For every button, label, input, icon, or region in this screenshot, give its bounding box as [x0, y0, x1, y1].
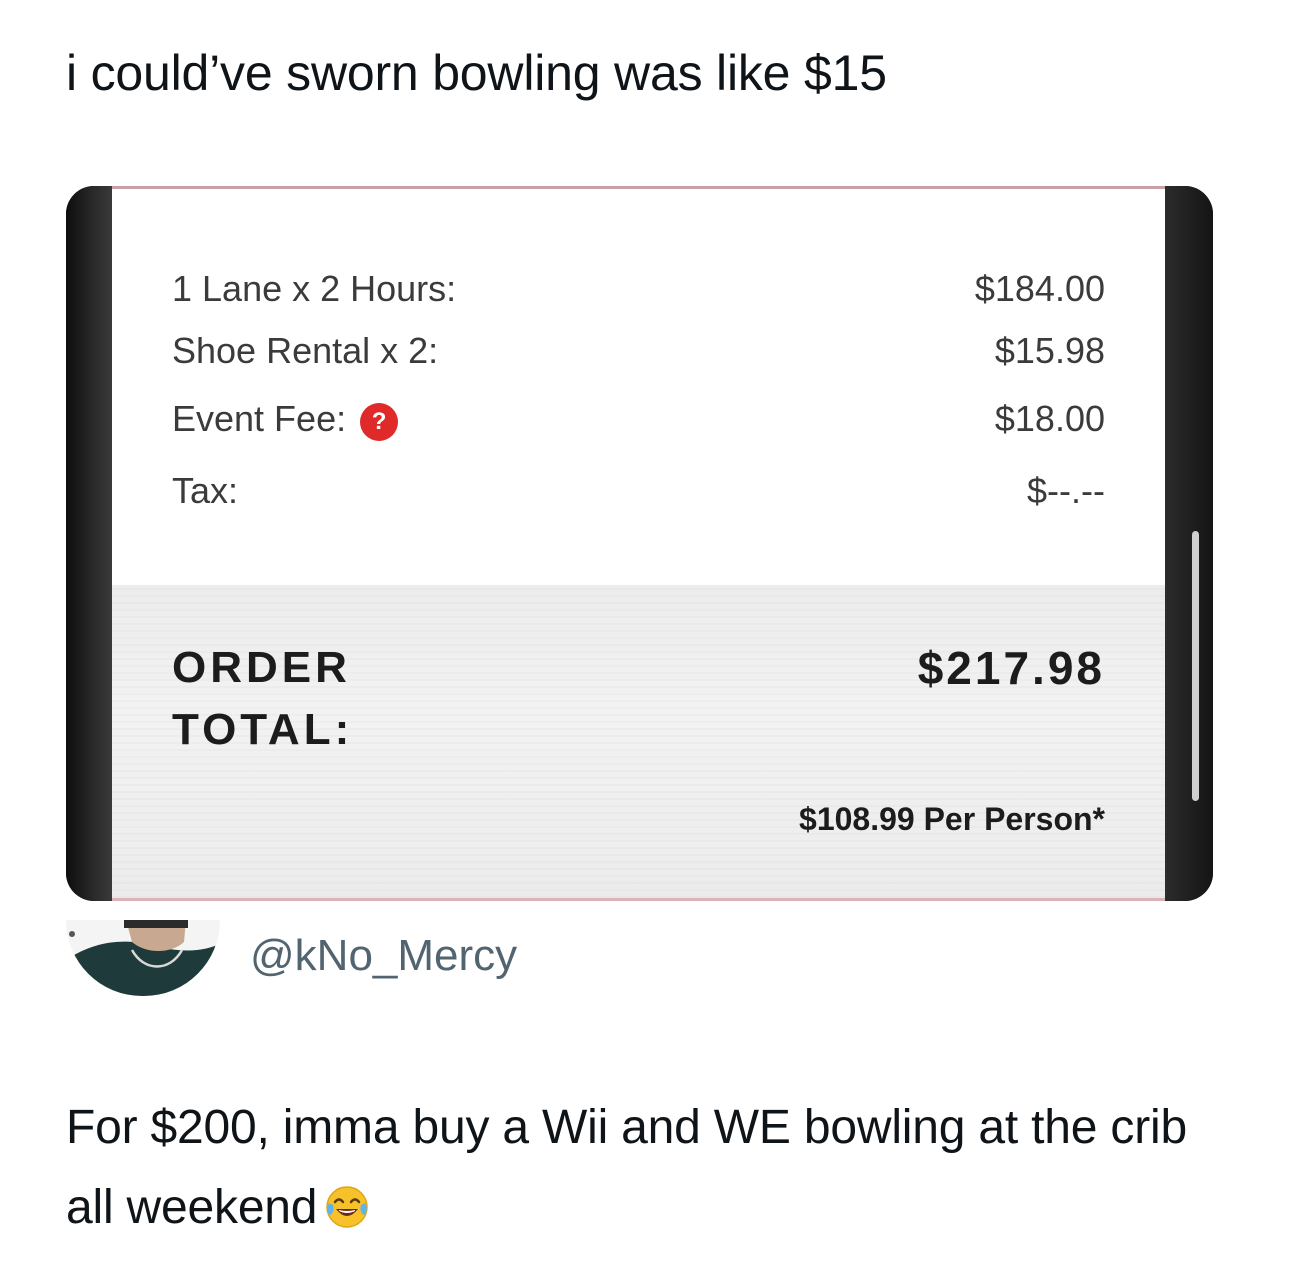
per-person-price: $108.99 Per Person* [799, 801, 1105, 837]
scrollbar[interactable] [1192, 531, 1199, 801]
line-item-lane: 1 Lane x 2 Hours: $184.00 [172, 267, 1105, 311]
post-text: i could’ve sworn bowling was like $15 [66, 45, 887, 101]
line-item-amount: $184.00 [974, 268, 1105, 309]
receipt-screenshot: 1 Lane x 2 Hours: $184.00 Shoe Rental x … [66, 186, 1213, 901]
reply-text: For $200, imma buy a Wii and WE bowling … [66, 1101, 1187, 1234]
line-item-label: Event Fee: [172, 398, 347, 439]
order-total-label: ORDER TOTAL: [172, 643, 354, 754]
line-item-amount: $18.00 [994, 398, 1105, 439]
line-item-label: Tax: [172, 470, 239, 511]
line-item-label: 1 Lane x 2 Hours: [172, 268, 457, 309]
reply-author: @kNo_Mercy [66, 920, 766, 1000]
help-icon[interactable]: ? [360, 403, 399, 441]
line-item-tax: Tax: $--.-- [172, 469, 1105, 513]
line-item-label: Shoe Rental x 2: [172, 330, 439, 371]
author-handle[interactable]: @kNo_Mercy [250, 926, 517, 986]
line-items-section: 1 Lane x 2 Hours: $184.00 Shoe Rental x … [112, 189, 1165, 585]
line-item-amount: $15.98 [994, 330, 1105, 371]
face-with-tears-of-joy-icon [325, 1174, 369, 1228]
phone-edge-left [66, 186, 112, 901]
line-item-shoe-rental: Shoe Rental x 2: $15.98 [172, 329, 1105, 373]
line-item-label-group: Event Fee:? [172, 397, 399, 441]
line-item-amount: $--.-- [1027, 470, 1105, 511]
order-summary: 1 Lane x 2 Hours: $184.00 Shoe Rental x … [112, 186, 1165, 901]
line-item-event-fee: Event Fee:? $18.00 [172, 397, 1105, 441]
avatar[interactable] [66, 920, 220, 996]
order-total-amount: $217.98 [917, 642, 1105, 694]
phone-edge-right [1165, 186, 1213, 901]
reply-text-block: For $200, imma buy a Wii and WE bowling … [66, 1088, 1226, 1248]
